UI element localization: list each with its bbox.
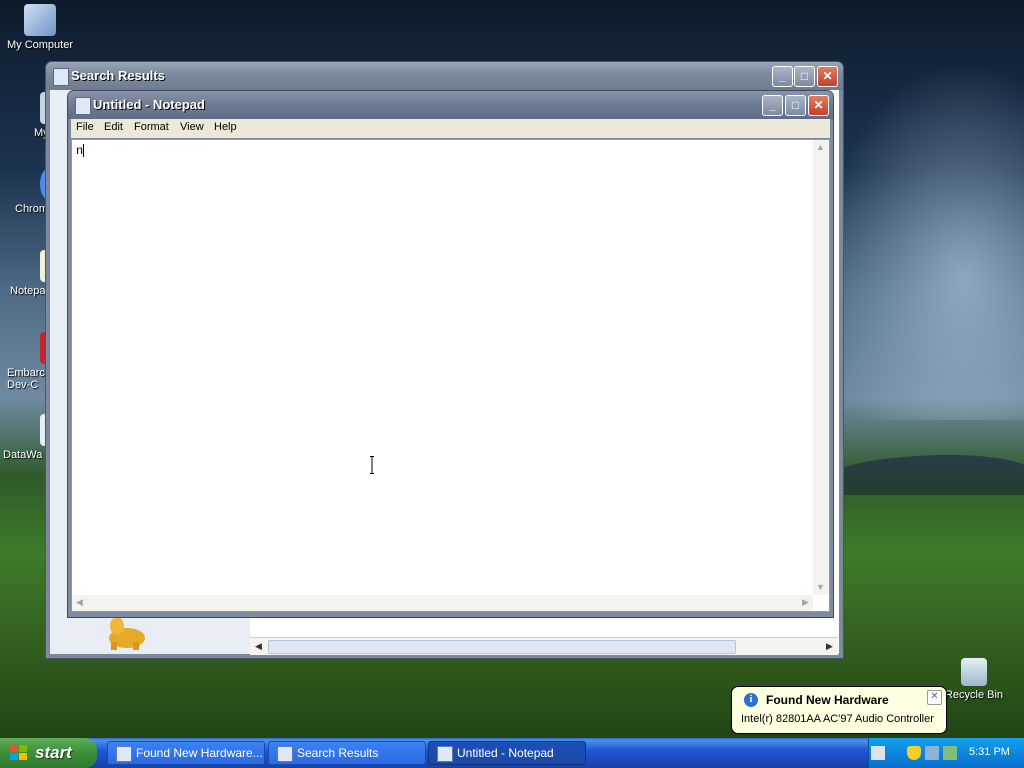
task-found-new-hardware[interactable]: Found New Hardware... xyxy=(107,741,265,765)
task-untitled-notepad[interactable]: Untitled - Notepad xyxy=(428,741,586,765)
windows-logo-icon xyxy=(10,745,27,760)
menu-view[interactable]: View xyxy=(180,121,204,133)
start-label: start xyxy=(35,743,72,762)
safely-remove-icon[interactable] xyxy=(943,746,957,760)
balloon-text: Intel(r) 82801AA AC'97 Audio Controller xyxy=(741,713,934,725)
desktop-icon-label: My Computer xyxy=(6,39,74,51)
network-icon[interactable] xyxy=(925,746,939,760)
scroll-up-icon[interactable]: ▲ xyxy=(813,140,828,155)
maximize-button[interactable]: □ xyxy=(794,66,815,87)
balloon-close-button[interactable]: ✕ xyxy=(927,690,942,705)
notepad-text-area[interactable]: n ▲ ▼ ◀ ▶ xyxy=(71,139,830,612)
scroll-right-icon[interactable]: ▶ xyxy=(822,639,837,654)
menu-format[interactable]: Format xyxy=(134,121,169,133)
start-button[interactable]: start xyxy=(0,738,97,768)
info-icon: i xyxy=(744,693,758,707)
menu-file[interactable]: File xyxy=(76,121,94,133)
notepad-text: n xyxy=(76,144,84,158)
keyboard-icon[interactable] xyxy=(871,746,885,760)
text-caret xyxy=(83,144,85,158)
scroll-right-icon[interactable]: ▶ xyxy=(798,595,813,610)
notepad-window-icon xyxy=(75,97,91,115)
ibeam-cursor-icon xyxy=(370,456,374,474)
wallpaper-hill xyxy=(830,455,1024,495)
clock[interactable]: 5:31 PM xyxy=(969,746,1010,758)
recycle-bin-icon xyxy=(961,658,987,686)
task-search-results[interactable]: Search Results xyxy=(268,741,426,765)
notepad-menubar: File Edit Format View Help xyxy=(71,119,830,138)
scroll-down-icon[interactable]: ▼ xyxy=(813,580,828,595)
scroll-thumb[interactable] xyxy=(268,640,736,654)
found-hardware-balloon[interactable]: i Found New Hardware ✕ Intel(r) 82801AA … xyxy=(731,686,947,734)
computer-icon xyxy=(24,4,56,36)
notepad-vertical-scrollbar[interactable]: ▲ ▼ xyxy=(813,140,829,595)
scroll-left-icon[interactable]: ◀ xyxy=(251,639,266,654)
notepad-horizontal-scrollbar[interactable]: ◀ ▶ xyxy=(72,595,813,611)
minimize-button[interactable]: _ xyxy=(762,95,783,116)
scroll-left-icon[interactable]: ◀ xyxy=(72,595,87,610)
search-titlebar[interactable]: Search Results _ □ ✕ xyxy=(46,62,843,90)
minimize-button[interactable]: _ xyxy=(772,66,793,87)
menu-edit[interactable]: Edit xyxy=(104,121,123,133)
notepad-window[interactable]: Untitled - Notepad _ □ ✕ File Edit Forma… xyxy=(67,90,834,618)
task-label: Untitled - Notepad xyxy=(457,746,554,760)
search-window-icon xyxy=(53,68,69,86)
search-horizontal-scrollbar[interactable]: ◀ ▶ xyxy=(250,637,838,655)
task-label: Search Results xyxy=(297,746,379,760)
task-label: Found New Hardware... xyxy=(136,746,263,760)
notepad-text-content: n xyxy=(76,144,85,158)
search-window-title: Search Results xyxy=(71,68,165,83)
balloon-title: Found New Hardware xyxy=(766,693,889,707)
close-button[interactable]: ✕ xyxy=(817,66,838,87)
maximize-button[interactable]: □ xyxy=(785,95,806,116)
menu-help[interactable]: Help xyxy=(214,121,237,133)
notepad-titlebar[interactable]: Untitled - Notepad _ □ ✕ xyxy=(68,91,833,119)
security-shield-icon[interactable] xyxy=(907,746,921,760)
search-dog-icon xyxy=(109,617,145,650)
notepad-window-title: Untitled - Notepad xyxy=(93,97,205,112)
hardware-task-icon xyxy=(116,746,132,762)
system-tray: 5:31 PM xyxy=(868,738,1024,768)
taskbar: start Found New Hardware... Search Resul… xyxy=(0,738,1024,768)
search-task-icon xyxy=(277,746,293,762)
desktop-wallpaper xyxy=(820,60,1024,420)
close-button[interactable]: ✕ xyxy=(808,95,829,116)
notepad-task-icon xyxy=(437,746,453,762)
desktop-icon-my-computer[interactable]: My Computer xyxy=(0,4,80,51)
